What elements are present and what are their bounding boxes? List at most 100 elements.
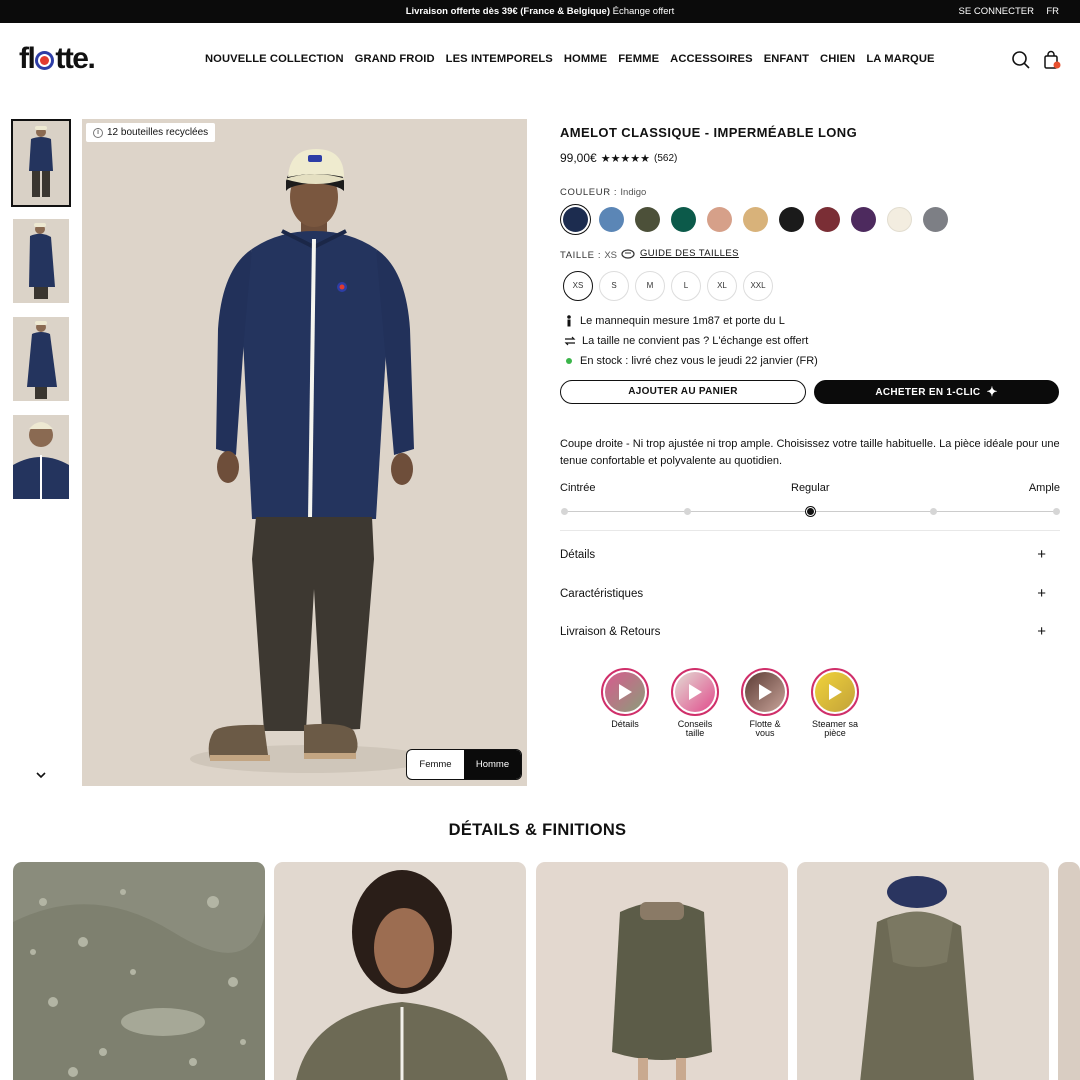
review-count[interactable]: (562) <box>654 153 677 164</box>
buy-one-click-button[interactable]: ACHETER EN 1-CLIC ✦ <box>814 380 1059 404</box>
size-selector: XS S M L XL XXL <box>563 271 773 301</box>
model-back-image <box>797 862 1049 1080</box>
story-conseils-taille[interactable]: Conseils taille <box>670 668 720 738</box>
size-option-xxl[interactable]: XXL <box>743 271 773 301</box>
price-row: 99,00€ ★★★★★ (562) <box>560 151 677 165</box>
color-label: COULEUR : Indigo <box>560 187 647 198</box>
model-photo <box>82 119 527 786</box>
announcement-bar: Livraison offerte dès 39€ (France & Belg… <box>0 0 1080 23</box>
nav-item-accessoires[interactable]: ACCESSOIRES <box>670 53 753 65</box>
fit-scale-dot <box>560 508 568 515</box>
thumbnail-1[interactable] <box>11 119 71 207</box>
color-swatches <box>563 207 948 232</box>
size-option-m[interactable]: M <box>635 271 665 301</box>
next-card-image <box>1058 862 1080 1080</box>
color-value: Indigo <box>620 187 647 198</box>
rating-stars-icon[interactable]: ★★★★★ <box>601 152 650 165</box>
language-selector[interactable]: FR <box>1046 6 1059 17</box>
chevron-down-icon[interactable] <box>35 770 47 780</box>
fit-scale-dot <box>683 508 691 515</box>
size-label: TAILLE : XS <box>560 250 617 261</box>
main-product-image[interactable]: i 12 bouteilles recyclées Femme Homme <box>82 119 527 786</box>
color-swatch[interactable] <box>563 207 588 232</box>
cart-icon[interactable] <box>1042 50 1062 70</box>
person-icon <box>567 315 571 327</box>
gender-option-homme[interactable]: Homme <box>464 750 521 779</box>
color-swatch[interactable] <box>635 207 660 232</box>
accordion-caracteristiques[interactable]: Caractéristiques + <box>560 585 1046 602</box>
play-icon <box>759 684 772 700</box>
nav-item-grand-froid[interactable]: GRAND FROID <box>355 53 435 65</box>
product-price: 99,00€ <box>560 151 597 165</box>
thumbnail-profile-image <box>13 317 69 401</box>
packable-bag-image <box>536 862 788 1080</box>
nav-item-chien[interactable]: CHIEN <box>820 53 855 65</box>
detail-card-next-peek[interactable] <box>1058 862 1080 1080</box>
color-swatch[interactable] <box>707 207 732 232</box>
size-option-xs[interactable]: XS <box>563 271 593 301</box>
brand-logo[interactable]: fl tte. <box>19 44 96 74</box>
login-link[interactable]: SE CONNECTER <box>959 6 1034 17</box>
size-option-xl[interactable]: XL <box>707 271 737 301</box>
gender-option-femme[interactable]: Femme <box>407 750 464 779</box>
video-stories: Détails Conseils taille Flotte & vous St… <box>600 668 860 738</box>
size-guide-link[interactable]: GUIDE DES TAILLES <box>621 248 739 259</box>
play-icon <box>689 684 702 700</box>
fit-description: Coupe droite - Ni trop ajustée ni trop a… <box>560 438 1060 467</box>
size-option-s[interactable]: S <box>599 271 629 301</box>
color-swatch[interactable] <box>599 207 624 232</box>
logo-mark-icon <box>35 51 55 70</box>
water-droplets-image <box>13 862 265 1080</box>
color-swatch[interactable] <box>851 207 876 232</box>
thumbnail-closeup-image <box>13 415 69 499</box>
model-size-info: Le mannequin mesure 1m87 et porte du L <box>564 315 785 327</box>
color-swatch[interactable] <box>923 207 948 232</box>
detail-card-bag[interactable] <box>536 862 788 1080</box>
color-swatch[interactable] <box>743 207 768 232</box>
nav-item-femme[interactable]: FEMME <box>618 53 659 65</box>
divider <box>560 530 1060 531</box>
promo-text: Livraison offerte dès 39€ (France & Belg… <box>405 6 675 17</box>
fit-label-cintree: Cintrée <box>560 482 596 494</box>
plus-icon: + <box>1037 585 1046 602</box>
nav-item-nouvelle-collection[interactable]: NOUVELLE COLLECTION <box>205 53 344 65</box>
play-icon <box>619 684 632 700</box>
color-swatch[interactable] <box>815 207 840 232</box>
add-to-cart-button[interactable]: AJOUTER AU PANIER <box>560 380 806 404</box>
stock-info: En stock : livré chez vous le jeudi 22 j… <box>564 355 818 367</box>
fit-scale-dot <box>1052 508 1060 515</box>
size-option-l[interactable]: L <box>671 271 701 301</box>
detail-card-fabric[interactable] <box>13 862 265 1080</box>
main-nav: NOUVELLE COLLECTION GRAND FROID LES INTE… <box>205 53 935 65</box>
fit-scale-dot <box>806 508 814 515</box>
exchange-info: La taille ne convient pas ? L'échange es… <box>564 335 808 347</box>
nav-item-homme[interactable]: HOMME <box>564 53 607 65</box>
fit-scale-dot <box>929 508 937 515</box>
play-icon <box>829 684 842 700</box>
nav-item-enfant[interactable]: ENFANT <box>764 53 809 65</box>
thumbnail-2[interactable] <box>13 219 69 303</box>
model-hood-image <box>274 862 526 1080</box>
accordion-livraison-retours[interactable]: Livraison & Retours + <box>560 623 1046 640</box>
story-details[interactable]: Détails <box>600 668 650 738</box>
accordion-details[interactable]: Détails + <box>560 546 1046 563</box>
story-steamer[interactable]: Steamer sa pièce <box>810 668 860 738</box>
detail-card-hood[interactable] <box>274 862 526 1080</box>
recycled-badge: i 12 bouteilles recyclées <box>86 123 216 142</box>
search-icon[interactable] <box>1011 50 1031 70</box>
color-swatch[interactable] <box>779 207 804 232</box>
thumbnail-front-image <box>13 121 69 205</box>
in-stock-dot-icon <box>566 358 572 364</box>
gender-toggle: Femme Homme <box>406 749 522 780</box>
color-swatch[interactable] <box>671 207 696 232</box>
exchange-arrows-icon <box>564 336 576 346</box>
thumbnail-3[interactable] <box>13 317 69 401</box>
nav-item-la-marque[interactable]: LA MARQUE <box>866 53 934 65</box>
color-swatch[interactable] <box>887 207 912 232</box>
fit-label-regular: Regular <box>791 482 830 494</box>
story-flotte-et-vous[interactable]: Flotte & vous <box>740 668 790 738</box>
nav-item-les-intemporels[interactable]: LES INTEMPORELS <box>446 53 553 65</box>
sparkle-icon: ✦ <box>986 384 998 399</box>
detail-card-back[interactable] <box>797 862 1049 1080</box>
thumbnail-4[interactable] <box>13 415 69 499</box>
